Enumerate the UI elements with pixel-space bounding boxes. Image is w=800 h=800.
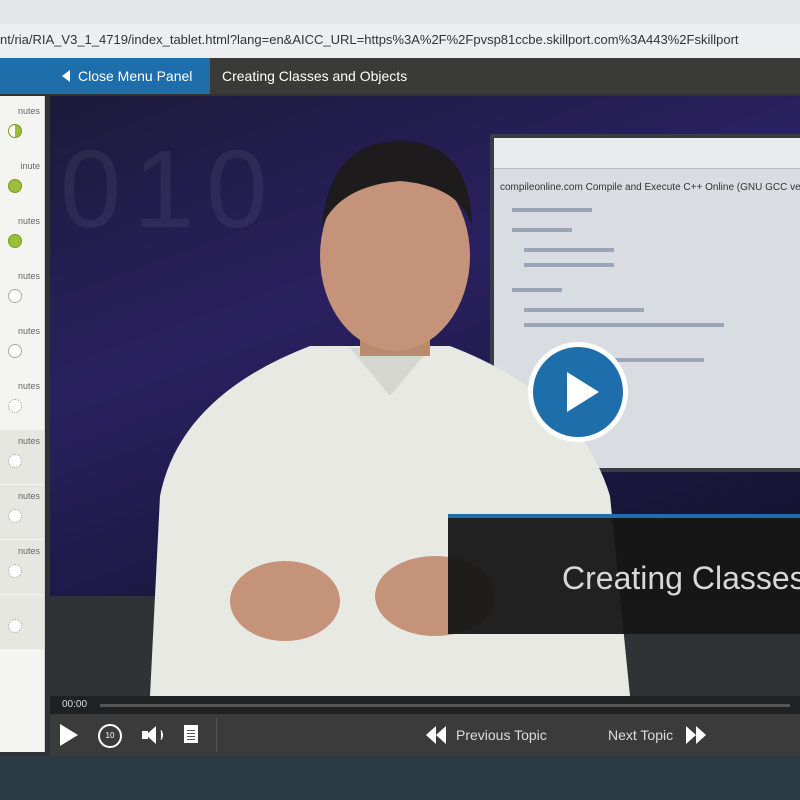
rewind-icon [426, 726, 446, 744]
completion-status-icon [8, 124, 22, 138]
previous-topic-label: Previous Topic [456, 727, 547, 743]
page-footer [0, 756, 800, 800]
progress-track[interactable] [100, 704, 790, 707]
browser-tab-strip [0, 0, 800, 24]
browser-address-bar: nt/ria/RIA_V3_1_4719/index_tablet.html?l… [0, 0, 800, 59]
topic-duration: nutes [17, 216, 40, 226]
course-header: Close Menu Panel Creating Classes and Ob… [0, 58, 800, 94]
sidebar-topic-item[interactable]: nutes [0, 100, 44, 154]
sidebar-topic-item[interactable]: nutes [0, 540, 44, 594]
sidebar-topic-item[interactable]: nutes [0, 265, 44, 319]
play-icon [567, 372, 599, 412]
topic-duration: nutes [17, 491, 40, 501]
volume-icon[interactable] [142, 726, 164, 744]
completion-status-icon [8, 619, 22, 633]
player-controls: 10 Previous Topic Next Topic [50, 714, 800, 756]
transcript-icon[interactable] [184, 725, 198, 743]
sidebar-topic-item[interactable]: inute [0, 155, 44, 209]
completion-status-icon [8, 179, 22, 193]
current-time: 00:00 [62, 699, 88, 710]
topic-duration: nutes [17, 271, 40, 281]
chevron-left-icon [62, 70, 70, 82]
close-menu-label: Close Menu Panel [78, 68, 193, 84]
completion-status-icon [8, 399, 22, 413]
sidebar-topic-item[interactable]: nutes [0, 430, 44, 484]
lower-third-text: Creating Classes [562, 560, 800, 596]
url-field[interactable]: nt/ria/RIA_V3_1_4719/index_tablet.html?l… [0, 28, 800, 52]
progress-bar[interactable]: 00:00 [50, 696, 800, 714]
video-player[interactable]: 010 compileonline.com Compile and Execut… [50, 96, 800, 696]
close-menu-panel-button[interactable]: Close Menu Panel [0, 58, 210, 94]
topic-duration: inute [20, 161, 40, 171]
topic-menu-panel: nutes inute nutes nutes nutes nutes nutes nutes… [0, 96, 45, 752]
topic-duration: nutes [17, 546, 40, 556]
sidebar-topic-item[interactable] [0, 595, 44, 649]
sidebar-topic-item[interactable]: nutes [0, 320, 44, 374]
sidebar-topic-item[interactable]: nutes [0, 210, 44, 264]
completion-status-icon [8, 344, 22, 358]
next-topic-label: Next Topic [608, 727, 674, 743]
completion-status-icon [8, 509, 22, 523]
replay-10-icon[interactable]: 10 [98, 724, 122, 748]
completion-status-icon [8, 234, 22, 248]
completion-status-icon [8, 564, 22, 578]
completion-status-icon [8, 454, 22, 468]
play-icon[interactable] [60, 724, 78, 746]
fast-forward-icon [686, 726, 706, 744]
sidebar-topic-item[interactable]: nutes [0, 485, 44, 539]
completion-status-icon [8, 289, 22, 303]
divider [216, 718, 217, 752]
topic-duration: nutes [17, 381, 40, 391]
topic-duration: nutes [17, 436, 40, 446]
topic-duration: nutes [17, 106, 40, 116]
sidebar-topic-item[interactable]: nutes [0, 375, 44, 429]
topic-duration: nutes [17, 326, 40, 336]
course-title: Creating Classes and Objects [222, 68, 408, 84]
big-play-button[interactable] [528, 342, 628, 442]
lower-third-title: Creating Classes [448, 514, 800, 634]
